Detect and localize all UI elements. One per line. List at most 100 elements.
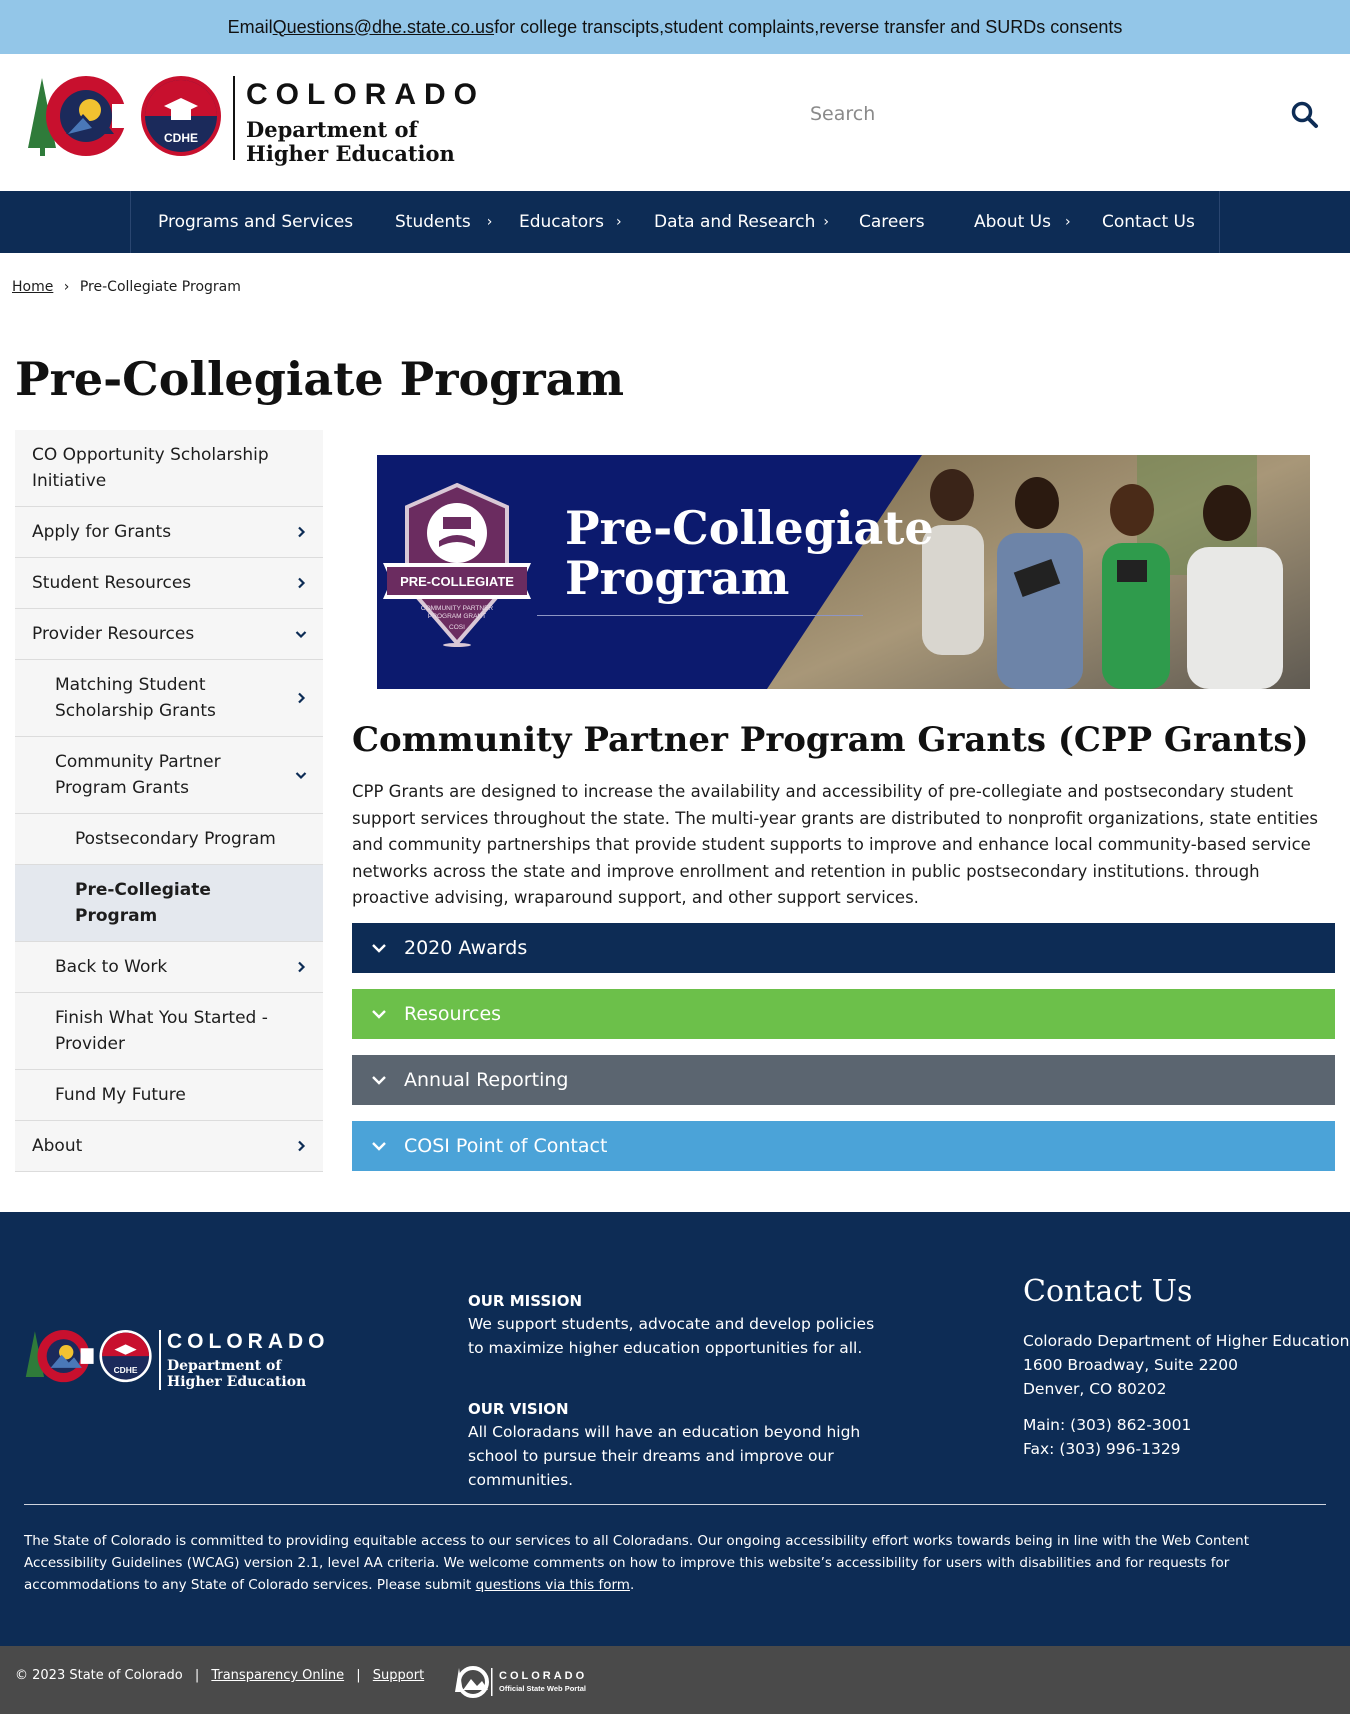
- footer-address-line2: 1600 Broadway, Suite 2200: [1023, 1356, 1239, 1374]
- nav-item-about-us[interactable]: About Us ›: [974, 191, 1071, 253]
- sidebar-item-community-partner-program-grants[interactable]: Community Partner Program Grants: [15, 737, 323, 814]
- chevron-down-icon[interactable]: [295, 628, 307, 640]
- site-footer: CDHE COLORADO Department of Higher Educa…: [0, 1212, 1350, 1646]
- sidebar-item-postsecondary-program[interactable]: Postsecondary Program: [15, 814, 323, 865]
- footer-address-line1: Colorado Department of Higher Education: [1023, 1332, 1350, 1350]
- chevron-right-icon[interactable]: [295, 961, 307, 973]
- search-input[interactable]: [810, 94, 1250, 134]
- breadcrumb-current: Pre-Collegiate Program: [79, 279, 241, 295]
- alert-email-link[interactable]: Questions@dhe.state.co.us: [273, 17, 494, 38]
- nav-label: Educators: [519, 212, 604, 232]
- sidebar-item-label: Matching Student Scholarship Grants: [55, 675, 216, 721]
- sidebar-item-matching-student-scholarship-grants[interactable]: Matching Student Scholarship Grants: [15, 660, 323, 737]
- accordion-label: Resources: [404, 1003, 502, 1025]
- nav-item-careers[interactable]: Careers: [859, 191, 925, 253]
- colorado-portal-icon: [455, 1666, 493, 1698]
- sidebar-item-co-opportunity-scholarship-initiative[interactable]: CO Opportunity Scholarship Initiative: [15, 430, 323, 507]
- sidebar-item-provider-resources[interactable]: Provider Resources: [15, 609, 323, 660]
- accordion-annual-reporting[interactable]: Annual Reporting: [352, 1055, 1335, 1105]
- footer-cdhe-logo[interactable]: CDHE COLORADO Department of Higher Educa…: [24, 1330, 344, 1396]
- accessibility-text: The State of Colorado is committed to pr…: [24, 1533, 1250, 1593]
- footer-address-line3: Denver, CO 80202: [1023, 1380, 1167, 1398]
- breadcrumb-home-link[interactable]: Home: [12, 279, 53, 295]
- portal-subtitle: Official State Web Portal: [499, 1684, 586, 1693]
- nav-label: Programs and Services: [158, 212, 354, 232]
- sidebar-item-pre-collegiate-program[interactable]: Pre-Collegiate Program: [15, 865, 323, 942]
- breadcrumb-separator: ›: [63, 279, 70, 295]
- page-title: Pre-Collegiate Program: [15, 352, 625, 406]
- footer-logo-colorado: COLORADO: [167, 1330, 330, 1353]
- chevron-right-icon[interactable]: [295, 692, 307, 704]
- footer-main-phone[interactable]: Main: (303) 862-3001: [1023, 1413, 1191, 1437]
- body-text: CPP Grants are designed to increase the …: [352, 782, 1318, 907]
- nav-label: Data and Research: [654, 212, 816, 232]
- chevron-down-icon: [372, 944, 386, 953]
- portal-wordmark: COLORADO Official State Web Portal: [499, 1670, 587, 1693]
- logo-dept-line1: Department of: [246, 117, 418, 142]
- colorado-portal-logo[interactable]: COLORADO Official State Web Portal: [455, 1664, 605, 1700]
- nav-item-programs-and-services[interactable]: Programs and Services: [158, 191, 353, 253]
- chevron-right-icon: ›: [486, 214, 493, 230]
- sidebar-item-student-resources[interactable]: Student Resources: [15, 558, 323, 609]
- sidebar-item-label: Student Resources: [32, 573, 192, 593]
- chevron-right-icon: ›: [615, 214, 622, 230]
- footer-logo-dept-line2: Higher Education: [167, 1374, 307, 1390]
- sidebar-item-about[interactable]: About: [15, 1121, 323, 1172]
- sidebar-item-finish-what-you-started-provider[interactable]: Finish What You Started - Provider: [15, 993, 323, 1070]
- chevron-right-icon[interactable]: [295, 577, 307, 589]
- sidebar-item-label: CO Opportunity Scholarship Initiative: [32, 445, 269, 491]
- footer-logo-wordmark: COLORADO Department of Higher Education: [167, 1330, 330, 1390]
- footer-fax: Fax: (303) 996-1329: [1023, 1440, 1181, 1458]
- transparency-online-link[interactable]: Transparency Online: [211, 1668, 344, 1683]
- nav-item-educators[interactable]: Educators ›: [519, 191, 622, 253]
- cdhe-logo[interactable]: CDHE COLORADO Department of Higher Educa…: [28, 76, 488, 168]
- accordion-resources[interactable]: Resources: [352, 989, 1335, 1039]
- sidebar-item-label: Apply for Grants: [32, 522, 172, 542]
- sidebar-item-apply-for-grants[interactable]: Apply for Grants: [15, 507, 323, 558]
- accordion-cosi-point-of-contact[interactable]: COSI Point of Contact: [352, 1121, 1335, 1171]
- breadcrumb: Home › Pre-Collegiate Program: [12, 279, 241, 295]
- sidebar-item-label: Postsecondary Program: [75, 829, 276, 849]
- sidebar-item-back-to-work[interactable]: Back to Work: [15, 942, 323, 993]
- banner-title-line1: Pre-Collegiate: [565, 501, 934, 555]
- nav-item-data-and-research[interactable]: Data and Research ›: [654, 191, 829, 253]
- sidebar-item-label: Back to Work: [55, 957, 168, 977]
- chevron-right-icon[interactable]: [295, 526, 307, 538]
- alert-prefix: Email: [227, 16, 273, 37]
- sidebar-item-label: Finish What You Started - Provider: [55, 1008, 268, 1054]
- sidebar-item-label: Pre-Collegiate Program: [75, 880, 211, 926]
- footer-logo-divider: [159, 1330, 161, 1390]
- site-header: CDHE COLORADO Department of Higher Educa…: [0, 54, 1350, 191]
- sidebar-item-fund-my-future[interactable]: Fund My Future: [15, 1070, 323, 1121]
- pre-collegiate-banner: PRE-COLLEGIATE COMMUNITY PARTNER PROGRAM…: [377, 455, 1310, 689]
- logo-colorado: COLORADO: [246, 78, 485, 111]
- pre-collegiate-badge-icon: PRE-COLLEGIATE COMMUNITY PARTNER PROGRAM…: [383, 482, 531, 647]
- nav-label: Students: [395, 212, 471, 232]
- alert-bar: Email Questions@dhe.state.co.us for coll…: [0, 0, 1350, 54]
- sidebar-item-label: Provider Resources: [32, 624, 195, 644]
- sidebar-item-label: Community Partner Program Grants: [55, 752, 221, 798]
- chevron-right-icon[interactable]: [295, 1140, 307, 1152]
- copyright: © 2023 State of Colorado: [15, 1668, 183, 1683]
- nav-label: Contact Us: [1102, 212, 1195, 232]
- nav-item-contact-us[interactable]: Contact Us: [1102, 191, 1195, 253]
- chevron-down-icon: [372, 1010, 386, 1019]
- banner-divider: [537, 615, 863, 616]
- svg-text:CDHE: CDHE: [114, 1365, 138, 1375]
- portal-colorado: COLORADO: [499, 1670, 588, 1682]
- search-icon: [1291, 101, 1318, 128]
- banner-title: Pre-Collegiate Program: [565, 503, 934, 603]
- search-button[interactable]: [1290, 100, 1320, 130]
- vision-text: All Coloradans will have an education be…: [468, 1423, 861, 1489]
- chevron-down-icon: [372, 1142, 386, 1151]
- support-link[interactable]: Support: [373, 1668, 424, 1683]
- accessibility-form-link[interactable]: questions via this form: [476, 1577, 630, 1593]
- chevron-right-icon: ›: [1064, 214, 1071, 230]
- mission-heading: OUR MISSION: [468, 1292, 583, 1310]
- logo-wordmark: COLORADO Department of Higher Education: [246, 78, 485, 166]
- chevron-down-icon[interactable]: [295, 769, 307, 781]
- vision-heading: OUR VISION: [468, 1400, 569, 1418]
- accordion-2020-awards[interactable]: 2020 Awards: [352, 923, 1335, 973]
- nav-item-students[interactable]: Students ›: [395, 191, 492, 253]
- accordion-label: 2020 Awards: [404, 937, 528, 959]
